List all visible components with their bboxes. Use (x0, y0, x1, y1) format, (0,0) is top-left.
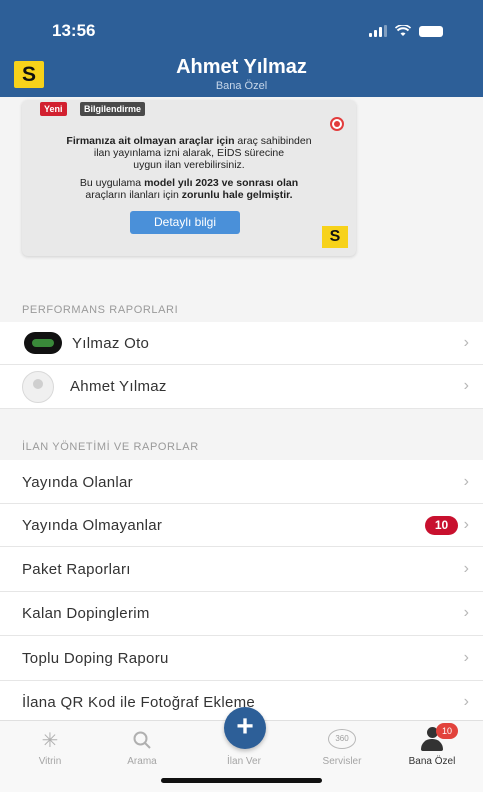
status-icons (369, 25, 443, 37)
section-title: PERFORMANS RAPORLARI (22, 304, 179, 316)
record-dot-icon (330, 117, 344, 131)
tab-label: Servisler (322, 756, 362, 767)
chevron-right-icon: › (463, 693, 469, 710)
battery-icon (419, 25, 443, 37)
list-item-label: Kalan Dopinglerim (22, 605, 150, 622)
sparkle-icon: ✳ (41, 730, 59, 752)
360-icon: 360 (328, 729, 356, 749)
list-item-label: Ahmet Yılmaz (70, 378, 167, 395)
info-badge: Bilgilendirme (80, 102, 146, 116)
banner-text: araç sahibinden (234, 135, 312, 147)
detail-info-button[interactable]: Detaylı bilgi (130, 211, 240, 234)
app-header: 13:56 S Ahmet Yılmaz Bana Özel (0, 0, 483, 97)
performance-item-yilmaz-oto[interactable]: Yılmaz Oto › (0, 322, 483, 365)
page-title: Ahmet Yılmaz (176, 56, 307, 78)
tab-servisler[interactable]: 360 Servisler (294, 721, 390, 776)
chevron-right-icon: › (463, 473, 469, 490)
banner-logo: S (322, 226, 348, 248)
listing-item-remaining-dopings[interactable]: Kalan Dopinglerim › (0, 592, 483, 636)
banner-line: Firmanıza ait olmayan araçlar için araç … (22, 135, 356, 147)
banner-line: uygun ilan verebilirsiniz. (133, 159, 245, 171)
page-subtitle: Bana Özel (215, 80, 268, 92)
chevron-right-icon: › (463, 560, 469, 577)
list-item-label: Paket Raporları (22, 561, 131, 578)
tab-bana-ozel[interactable]: 10 Bana Özel (384, 721, 480, 776)
banner-line: Bu uygulama model yılı 2023 ve sonrası o… (22, 177, 356, 189)
banner-line: araçların ilanları için zorunlu hale gel… (22, 189, 356, 201)
listing-item-package-reports[interactable]: Paket Raporları › (0, 547, 483, 592)
banner-line: ilan yayınlama izni alarak, EİDS sürecin… (93, 147, 285, 159)
new-badge: Yeni (40, 102, 67, 116)
list-item-label: İlana QR Kod ile Fotoğraf Ekleme (22, 694, 256, 711)
section-header-listings: İLAN YÖNETİMİ VE RAPORLAR (0, 409, 483, 460)
tab-label: İlan Ver (227, 756, 261, 767)
section-header-performance: PERFORMANS RAPORLARI (0, 273, 483, 322)
tab-label: Bana Özel (408, 756, 456, 767)
wifi-icon (395, 25, 411, 36)
list-item-label: Yılmaz Oto (72, 335, 150, 352)
signal-icon (369, 25, 387, 37)
banner-bold-text: Firmanıza ait olmayan araçlar için (66, 135, 235, 147)
list-item-label: Yayında Olmayanlar (22, 517, 163, 534)
banner-text: Bu uygulama (79, 177, 145, 189)
listing-item-inactive[interactable]: Yayında Olmayanlar 10 › (0, 504, 483, 547)
chevron-right-icon: › (463, 604, 469, 621)
banner-bold-text: model yılı 2023 ve sonrası olan (144, 177, 299, 189)
count-badge: 10 (425, 516, 458, 535)
chevron-right-icon: › (463, 516, 469, 533)
chevron-right-icon: › (463, 377, 469, 394)
tab-label: Arama (127, 756, 157, 767)
chevron-right-icon: › (463, 334, 469, 351)
banner-text: araçların ilanları için (85, 189, 182, 201)
dealer-avatar (24, 332, 62, 354)
search-icon (133, 731, 151, 749)
tab-arama[interactable]: Arama (94, 721, 190, 776)
listing-item-bulk-doping-report[interactable]: Toplu Doping Raporu › (0, 636, 483, 681)
user-avatar (22, 371, 54, 403)
banner-bold-text: zorunlu hale gelmiştir. (181, 189, 293, 201)
tab-label: Vitrin (38, 756, 62, 767)
section-title: İLAN YÖNETİMİ VE RAPORLAR (22, 441, 199, 453)
info-banner[interactable]: Yeni Bilgilendirme Firmanıza ait olmayan… (22, 100, 356, 256)
chevron-right-icon: › (463, 649, 469, 666)
tab-vitrin[interactable]: ✳ Vitrin (2, 721, 98, 776)
plus-icon[interactable]: + (224, 707, 266, 749)
list-item-label: Yayında Olanlar (22, 474, 133, 491)
notification-badge: 10 (436, 723, 458, 739)
listing-item-active[interactable]: Yayında Olanlar › (0, 460, 483, 504)
list-item-label: Toplu Doping Raporu (22, 650, 169, 667)
status-time: 13:56 (52, 21, 96, 40)
performance-item-ahmet-yilmaz[interactable]: Ahmet Yılmaz › (0, 365, 483, 409)
home-indicator (161, 778, 322, 783)
